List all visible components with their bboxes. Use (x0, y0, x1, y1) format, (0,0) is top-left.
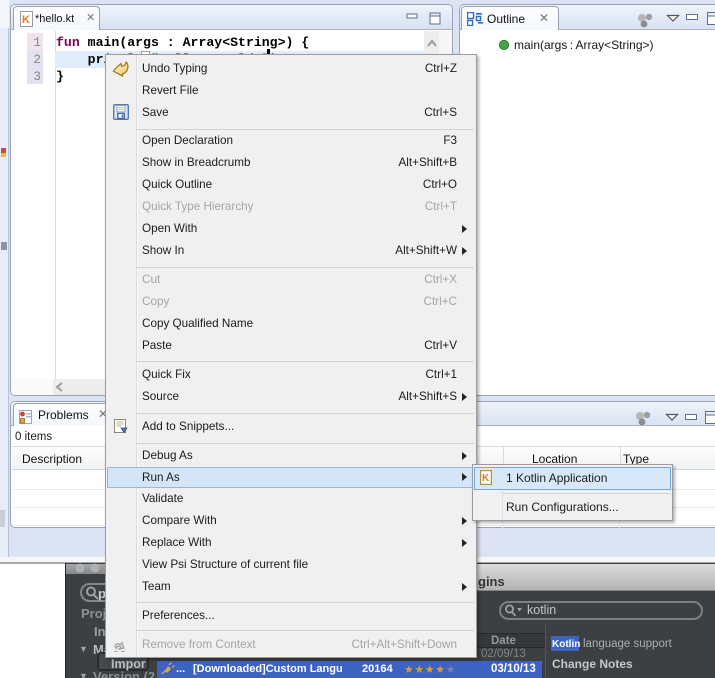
svg-text:K: K (482, 473, 490, 484)
svg-text:K: K (22, 14, 30, 26)
